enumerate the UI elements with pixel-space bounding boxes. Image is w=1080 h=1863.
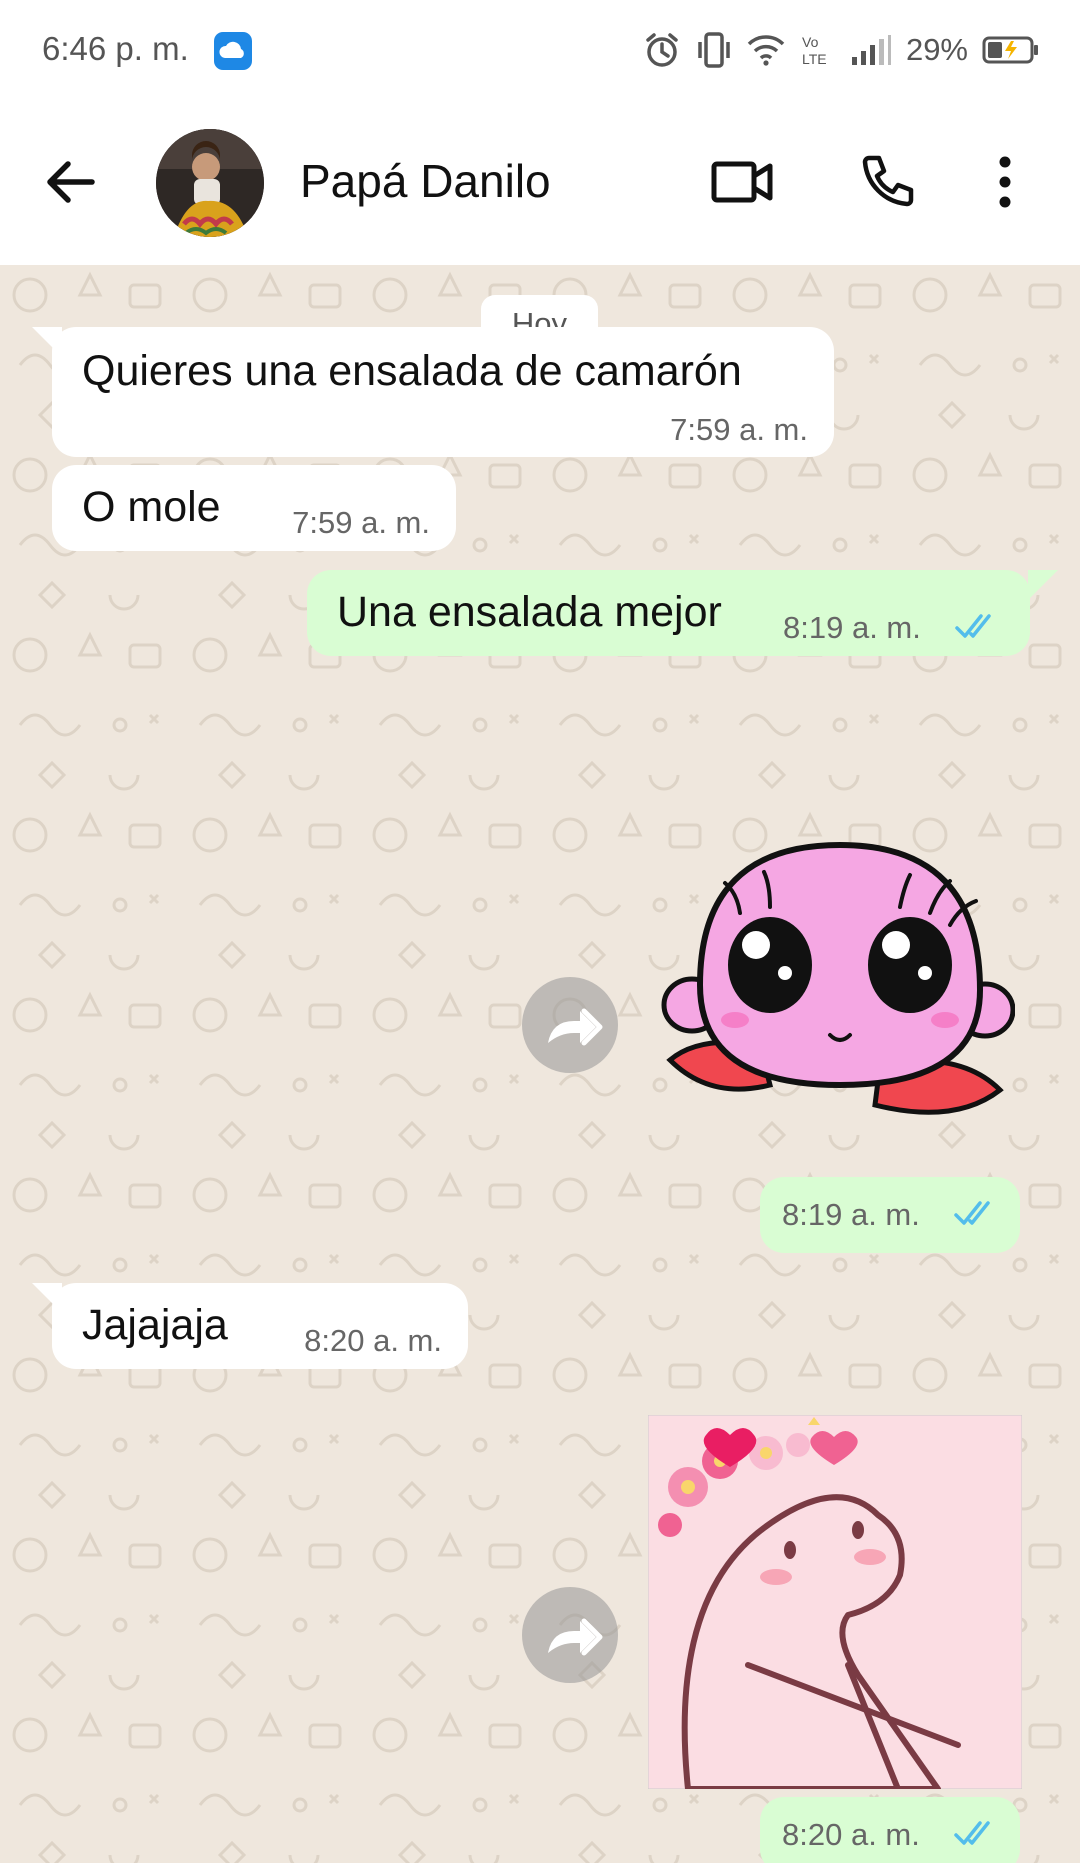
message-text: Quieres una ensalada de camarón <box>82 347 742 395</box>
message-bubble-outgoing[interactable]: Una ensalada mejor 8:19 a. m. <box>307 570 1030 656</box>
voice-call-button[interactable] <box>855 150 925 214</box>
read-receipt-icon <box>954 1821 990 1845</box>
chat-header: Papá Danilo <box>0 100 1080 265</box>
read-receipt-icon <box>955 614 991 638</box>
battery-percent: 29% <box>905 32 968 67</box>
sticker-time-bubble: 8:20 a. m. <box>760 1797 1020 1863</box>
video-call-icon <box>711 161 773 203</box>
chat-area[interactable]: Hoy Quieres una ensalada de camarón 7:59… <box>0 265 1080 1863</box>
kirby-sticker-image <box>661 841 1015 1115</box>
phone-icon <box>862 155 914 207</box>
cloud-icon <box>214 32 252 70</box>
svg-text:Vo: Vo <box>802 34 819 50</box>
message-time: 8:19 a. m. <box>783 610 921 645</box>
signal-icon <box>850 33 892 67</box>
message-text: Jajajaja <box>82 1301 228 1349</box>
read-receipt-icon <box>954 1201 990 1225</box>
sticker-time-bubble: 8:19 a. m. <box>760 1177 1020 1253</box>
message-bubble-incoming[interactable]: O mole 7:59 a. m. <box>52 465 456 551</box>
bubble-tail <box>1028 570 1058 600</box>
alarm-icon <box>642 30 682 70</box>
status-bar: 6:46 p. m. Vo LTE 29% <box>0 0 1080 100</box>
volte-icon: Vo LTE <box>800 32 836 68</box>
message-time: 8:19 a. m. <box>782 1197 920 1232</box>
status-icons: Vo LTE 29% <box>642 30 1040 70</box>
message-time: 8:20 a. m. <box>782 1817 920 1852</box>
avatar-photo <box>156 129 264 237</box>
status-time: 6:46 p. m. <box>42 30 189 67</box>
forward-icon <box>548 1618 603 1656</box>
video-call-button[interactable] <box>708 150 778 214</box>
message-time: 7:59 a. m. <box>292 505 430 540</box>
sticker-flork-flower-crown[interactable] <box>648 1415 1022 1789</box>
message-time: 8:20 a. m. <box>304 1323 442 1358</box>
message-bubble-incoming[interactable]: Jajajaja 8:20 a. m. <box>52 1283 468 1369</box>
battery-icon <box>982 35 1040 65</box>
more-options-button[interactable] <box>985 150 1025 214</box>
avatar[interactable] <box>156 129 264 237</box>
wifi-icon <box>746 32 786 68</box>
message-bubble-incoming[interactable]: Quieres una ensalada de camarón 7:59 a. … <box>52 327 834 457</box>
message-time: 7:59 a. m. <box>670 412 808 447</box>
sticker-pink-kirby[interactable] <box>660 835 1015 1135</box>
forward-button[interactable] <box>522 977 618 1073</box>
back-button[interactable] <box>40 150 104 214</box>
vibrate-icon <box>696 30 732 70</box>
svg-text:LTE: LTE <box>802 51 827 67</box>
back-arrow-icon <box>47 161 95 203</box>
more-vert-icon <box>999 156 1011 208</box>
message-text: Una ensalada mejor <box>337 588 722 636</box>
message-text: O mole <box>82 483 221 531</box>
flork-sticker-image <box>648 1415 1022 1789</box>
forward-button[interactable] <box>522 1587 618 1683</box>
contact-name[interactable]: Papá Danilo <box>300 154 551 208</box>
forward-icon <box>548 1008 603 1046</box>
